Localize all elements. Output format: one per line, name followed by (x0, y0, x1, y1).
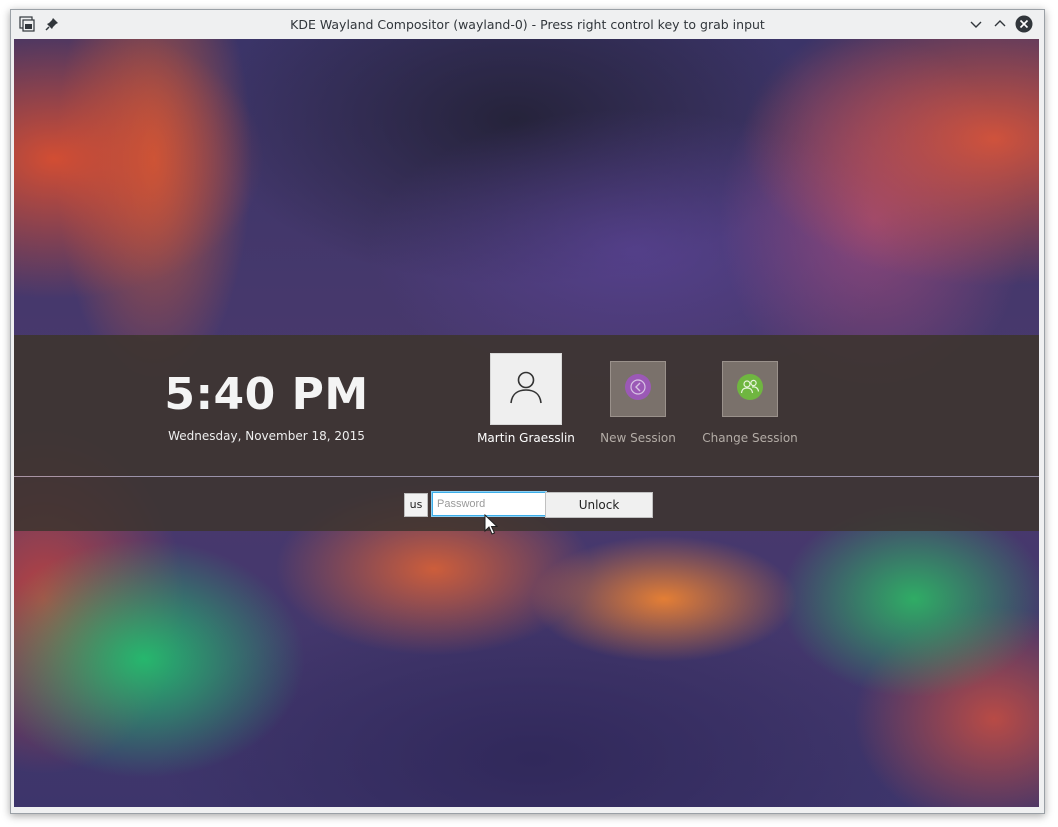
password-input[interactable] (431, 491, 547, 517)
user-name: Martin Graesslin (477, 431, 575, 445)
new-session-tile (610, 361, 666, 417)
window-title: KDE Wayland Compositor (wayland-0) - Pre… (290, 17, 765, 32)
compositor-window: KDE Wayland Compositor (wayland-0) - Pre… (10, 9, 1045, 814)
minimize-icon[interactable] (968, 16, 984, 32)
maximize-icon[interactable] (992, 16, 1008, 32)
lockscreen-area: 5:40 PM Wednesday, November 18, 2015 Mar… (14, 39, 1039, 807)
user-icon (506, 367, 546, 411)
new-session-button[interactable]: New Session (588, 361, 688, 445)
mouse-pointer-icon (484, 513, 499, 536)
change-session-button[interactable]: Change Session (700, 361, 800, 445)
clock-date: Wednesday, November 18, 2015 (168, 429, 365, 443)
change-session-tile (722, 361, 778, 417)
clock-time: 5:40 PM (164, 369, 369, 420)
new-session-icon (623, 372, 653, 406)
title-bar[interactable]: KDE Wayland Compositor (wayland-0) - Pre… (11, 10, 1044, 38)
user-martin-graesslin[interactable]: Martin Graesslin (476, 353, 576, 445)
avatar (490, 353, 562, 425)
keyboard-layout-button[interactable]: us (404, 493, 428, 517)
change-session-icon (735, 372, 765, 406)
unlock-button[interactable]: Unlock (545, 492, 653, 518)
close-icon[interactable] (1015, 15, 1033, 33)
new-session-label: New Session (600, 431, 676, 445)
change-session-label: Change Session (702, 431, 798, 445)
